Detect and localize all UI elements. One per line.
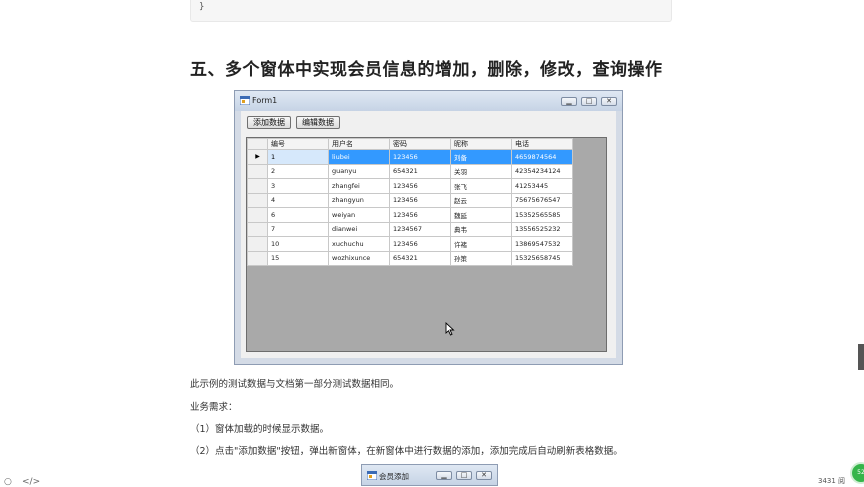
close-button[interactable]: ✕ bbox=[476, 471, 492, 480]
grid-cell[interactable]: 123456 bbox=[389, 192, 451, 208]
grid-cell[interactable]: 许褚 bbox=[450, 236, 512, 252]
grid-cell[interactable]: 典韦 bbox=[450, 221, 512, 237]
grid-cell[interactable]: 123456 bbox=[389, 149, 451, 165]
grid-cell[interactable]: 10 bbox=[267, 236, 329, 252]
grid-cell[interactable]: 654321 bbox=[389, 250, 451, 266]
grid-cell[interactable]: 1 bbox=[267, 149, 329, 165]
grid-cell[interactable]: zhangyun bbox=[328, 192, 390, 208]
table-row[interactable]: 4 zhangyun 123456 赵云 75675676547 bbox=[247, 192, 573, 208]
table-row[interactable]: 3 zhangfei 123456 张飞 41253445 bbox=[247, 178, 573, 194]
column-header-password[interactable]: 密码 bbox=[389, 138, 451, 150]
section-heading: 五、多个窗体中实现会员信息的增加，删除，修改，查询操作 bbox=[190, 60, 663, 80]
edit-data-button[interactable]: 编辑数据 bbox=[296, 116, 340, 129]
close-icon: ✕ bbox=[481, 471, 487, 479]
grid-cell[interactable]: 41253445 bbox=[511, 178, 573, 194]
grid-cell[interactable]: 3 bbox=[267, 178, 329, 194]
grid-cell[interactable]: 123456 bbox=[389, 236, 451, 252]
grid-cell[interactable]: zhangfei bbox=[328, 178, 390, 194]
paragraph-req-2: （2）点击"添加数据"按钮，弹出新窗体，在新窗体中进行数据的添加，添加完成后自动… bbox=[190, 446, 623, 457]
row-header-corner bbox=[247, 138, 268, 150]
grid-header-row: 编号 用户名 密码 昵称 电话 bbox=[247, 138, 573, 150]
grid-cell[interactable]: 15352565585 bbox=[511, 207, 573, 223]
code-snippet-box: } bbox=[190, 0, 672, 22]
grid-cell[interactable]: 42354234124 bbox=[511, 163, 573, 179]
grid-cell[interactable]: 6 bbox=[267, 207, 329, 223]
mouse-pointer-icon bbox=[445, 322, 455, 336]
minimize-button[interactable]: ▁ bbox=[436, 471, 452, 480]
paragraph-test-data: 此示例的测试数据与文档第一部分测试数据相同。 bbox=[190, 379, 400, 390]
minimize-icon: ▁ bbox=[566, 97, 572, 105]
grid-cell[interactable]: 13869547532 bbox=[511, 236, 573, 252]
grid-cell[interactable]: 4 bbox=[267, 192, 329, 208]
code-snippet-text: } bbox=[199, 2, 205, 12]
minimize-icon: ▁ bbox=[441, 471, 447, 479]
grid-cell[interactable]: 魏延 bbox=[450, 207, 512, 223]
current-row-marker-icon: ▶ bbox=[247, 149, 268, 165]
grid-cell[interactable]: dianwei bbox=[328, 221, 390, 237]
maximize-button[interactable]: □ bbox=[456, 471, 472, 480]
maximize-icon: □ bbox=[460, 471, 468, 479]
green-badge[interactable]: 52 bbox=[850, 462, 864, 484]
row-header[interactable] bbox=[247, 178, 268, 194]
row-header[interactable] bbox=[247, 221, 268, 237]
close-button[interactable]: ✕ bbox=[601, 97, 617, 106]
grid-cell[interactable]: guanyu bbox=[328, 163, 390, 179]
grid-cell[interactable]: weiyan bbox=[328, 207, 390, 223]
form1-window: Form1 ▁ □ ✕ 添加数据 编辑数据 编号 用户名 密码 昵称 电话 ▶ … bbox=[234, 90, 623, 365]
maximize-button[interactable]: □ bbox=[581, 97, 597, 106]
grid-cell[interactable]: 15 bbox=[267, 250, 329, 266]
grid-cell[interactable]: 赵云 bbox=[450, 192, 512, 208]
grid-cell[interactable]: liubei bbox=[328, 149, 390, 165]
paragraph-req-1: （1）窗体加载的时候显示数据。 bbox=[190, 424, 330, 435]
grid-cell[interactable]: 1234567 bbox=[389, 221, 451, 237]
data-grid-table: 编号 用户名 密码 昵称 电话 ▶ 1 liubei 123456 刘备 465… bbox=[247, 138, 573, 266]
paragraph-requirements: 业务需求： bbox=[190, 402, 238, 413]
table-row[interactable]: 2 guanyu 654321 关羽 42354234124 bbox=[247, 163, 573, 179]
add-data-button[interactable]: 添加数据 bbox=[247, 116, 291, 129]
grid-cell[interactable]: 7 bbox=[267, 221, 329, 237]
grid-cell[interactable]: 孙策 bbox=[450, 250, 512, 266]
grid-cell[interactable]: 2 bbox=[267, 163, 329, 179]
column-header-nickname[interactable]: 昵称 bbox=[450, 138, 512, 150]
table-row[interactable]: 6 weiyan 123456 魏延 15352565585 bbox=[247, 207, 573, 223]
minimize-button[interactable]: ▁ bbox=[561, 97, 577, 106]
grid-cell[interactable]: 654321 bbox=[389, 163, 451, 179]
row-header[interactable] bbox=[247, 207, 268, 223]
form1-client-area: 添加数据 编辑数据 编号 用户名 密码 昵称 电话 ▶ 1 liubei 123… bbox=[241, 111, 616, 358]
grid-cell[interactable]: 关羽 bbox=[450, 163, 512, 179]
app-window-icon bbox=[367, 471, 377, 480]
table-row[interactable]: 15 wozhixunce 654321 孙策 15325658745 bbox=[247, 250, 573, 266]
column-header-username[interactable]: 用户名 bbox=[328, 138, 390, 150]
app-window-icon bbox=[240, 96, 250, 105]
read-count: 3431 阅 bbox=[818, 477, 846, 485]
grid-cell[interactable]: 4659874564 bbox=[511, 149, 573, 165]
table-row[interactable]: ▶ 1 liubei 123456 刘备 4659874564 bbox=[247, 149, 573, 165]
grid-cell[interactable]: 张飞 bbox=[450, 178, 512, 194]
table-row[interactable]: 7 dianwei 1234567 典韦 13556525232 bbox=[247, 221, 573, 237]
row-header[interactable] bbox=[247, 192, 268, 208]
column-header-id[interactable]: 编号 bbox=[267, 138, 329, 150]
data-grid[interactable]: 编号 用户名 密码 昵称 电话 ▶ 1 liubei 123456 刘备 465… bbox=[246, 137, 607, 352]
form1-title: Form1 bbox=[252, 96, 278, 105]
grid-cell[interactable]: wozhixunce bbox=[328, 250, 390, 266]
form1-titlebar[interactable]: Form1 ▁ □ ✕ bbox=[235, 91, 622, 111]
grid-cell[interactable]: 13556525232 bbox=[511, 221, 573, 237]
grid-cell[interactable]: 75675676547 bbox=[511, 192, 573, 208]
member-add-window[interactable]: 会员添加 ▁ □ ✕ bbox=[361, 464, 498, 486]
row-header[interactable] bbox=[247, 163, 268, 179]
member-add-title: 会员添加 bbox=[379, 472, 409, 481]
scrollbar-thumb[interactable] bbox=[858, 344, 864, 370]
close-icon: ✕ bbox=[606, 97, 612, 105]
grid-cell[interactable]: 15325658745 bbox=[511, 250, 573, 266]
row-header[interactable] bbox=[247, 250, 268, 266]
maximize-icon: □ bbox=[585, 97, 593, 105]
column-header-phone[interactable]: 电话 bbox=[511, 138, 573, 150]
grid-cell[interactable]: 123456 bbox=[389, 178, 451, 194]
row-header[interactable] bbox=[247, 236, 268, 252]
grid-cell[interactable]: 刘备 bbox=[450, 149, 512, 165]
table-row[interactable]: 10 xuchuchu 123456 许褚 13869547532 bbox=[247, 236, 573, 252]
grid-cell[interactable]: 123456 bbox=[389, 207, 451, 223]
grid-cell[interactable]: xuchuchu bbox=[328, 236, 390, 252]
